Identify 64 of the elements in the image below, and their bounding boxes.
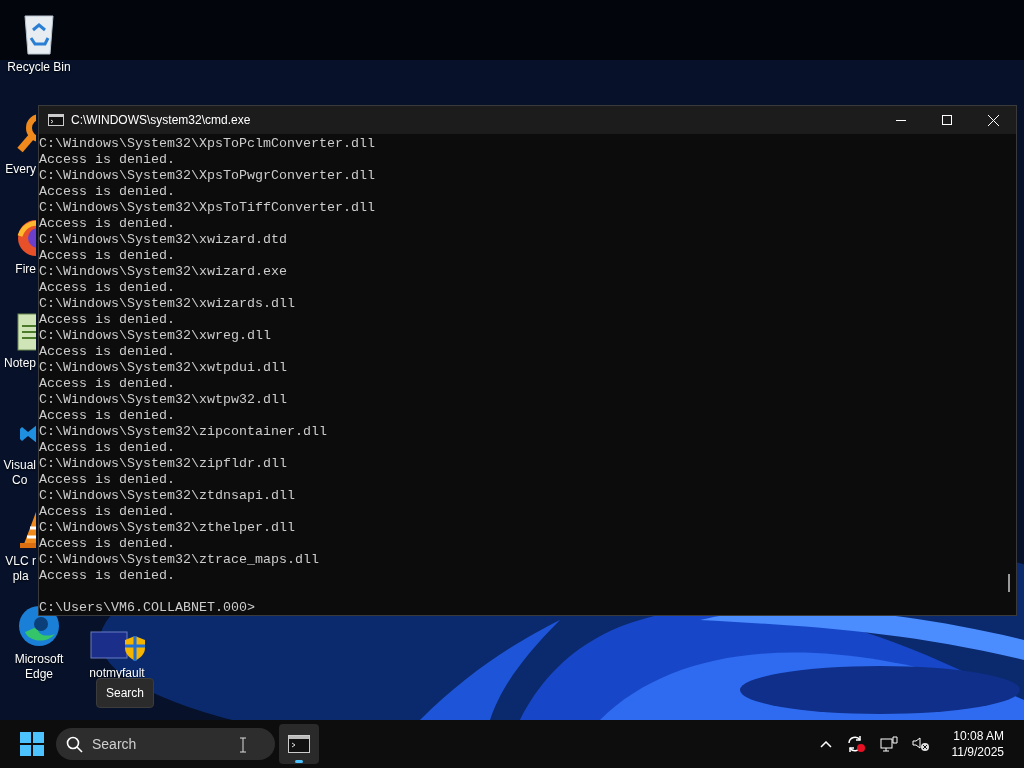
start-button[interactable] [18,730,46,758]
console-line: Access is denied. [39,152,175,168]
chevron-up-icon[interactable] [819,740,832,748]
console-line: C:\Windows\System32\xwizard.dtd [39,232,287,248]
console-line: C:\Windows\System32\XpsToPclmConverter.dll [39,136,375,152]
icon-label[interactable]: Edge [25,667,53,682]
taskbar-app[interactable] [279,724,319,764]
minimize-icon [896,119,906,121]
network-icon[interactable] [879,736,898,752]
icon-label[interactable]: VLC r [5,554,36,569]
icon-label[interactable]: notmyfault [89,666,145,681]
recycle-bin-icon [21,12,57,56]
icon-label[interactable]: Microsoft [14,652,64,667]
windows-logo-icon [20,732,44,756]
console-line: Access is denied. [39,248,175,264]
icon-label[interactable]: Co [12,473,28,488]
command-prompt[interactable]: C:\Users\VM6.COLLABNET.000> [39,600,255,616]
console-line: C:\Windows\System32\xwreg.dll [39,328,271,344]
console-line: C:\Windows\System32\ztrace_maps.dll [39,552,319,568]
icon-label[interactable]: Every [5,162,36,177]
console-line: Access is denied. [39,568,175,584]
maximize-icon [942,115,952,125]
console-line: C:\Windows\System32\xwizard.exe [39,264,287,280]
console-line: Access is denied. [39,536,175,552]
console-line: C:\Windows\System32\xwtpdui.dll [39,360,287,376]
console-line: C:\Windows\System32\zthelper.dll [39,520,295,536]
console-icon [48,114,64,126]
notepad-icon [16,312,36,352]
console-line: C:\Windows\System32\xwizards.dll [39,296,295,312]
sync-icon[interactable] [845,735,866,753]
console-line: Access is denied. [39,216,175,232]
console-line: Access is denied. [39,344,175,360]
console-line: C:\Windows\System32\ztdnsapi.dll [39,488,295,504]
icon-label[interactable]: Visual [3,458,36,473]
console-line: C:\Windows\System32\zipfldr.dll [39,456,287,472]
console-line: C:\Windows\System32\xwtpw32.dll [39,392,287,408]
clock[interactable]: 10:08 AM 11/9/2025 [951,728,1004,760]
console-line: Access is denied. [39,440,175,456]
icon-label[interactable]: Notep [3,356,36,371]
console-line: C:\Windows\System32\XpsToPwgrConverter.dll [39,168,375,184]
console-line: Access is denied. [39,408,175,424]
console-line: Access is denied. [39,376,175,392]
window-title: C:\WINDOWS\system32\cmd.exe [71,112,251,129]
icon-label[interactable]: pla [12,569,29,584]
console-line: C:\Windows\System32\zipcontainer.dll [39,424,327,440]
console-line: Access is denied. [39,184,175,200]
console-line: Access is denied. [39,312,175,328]
tooltip: Search [96,678,155,708]
console-line: C:\Windows\System32\XpsToTiffConverter.dll [39,200,375,216]
window-shield-icon [89,630,145,662]
clock-date: 11/9/2025 [951,744,1004,760]
active-indicator [295,760,303,763]
speaker-muted-icon[interactable] [911,736,930,752]
console-icon [288,735,310,753]
close-icon [987,114,999,126]
text-cursor-icon [239,737,247,753]
search-icon [66,736,83,753]
console-line: Access is denied. [39,280,175,296]
console-line: Access is denied. [39,472,175,488]
search-field[interactable]: Search [56,728,275,760]
console-line: Access is denied. [39,504,175,520]
icon-label[interactable]: Recycle Bin [7,60,71,75]
clock-time: 10:08 AM [953,728,1004,744]
icon-label[interactable]: Fire [15,262,36,277]
